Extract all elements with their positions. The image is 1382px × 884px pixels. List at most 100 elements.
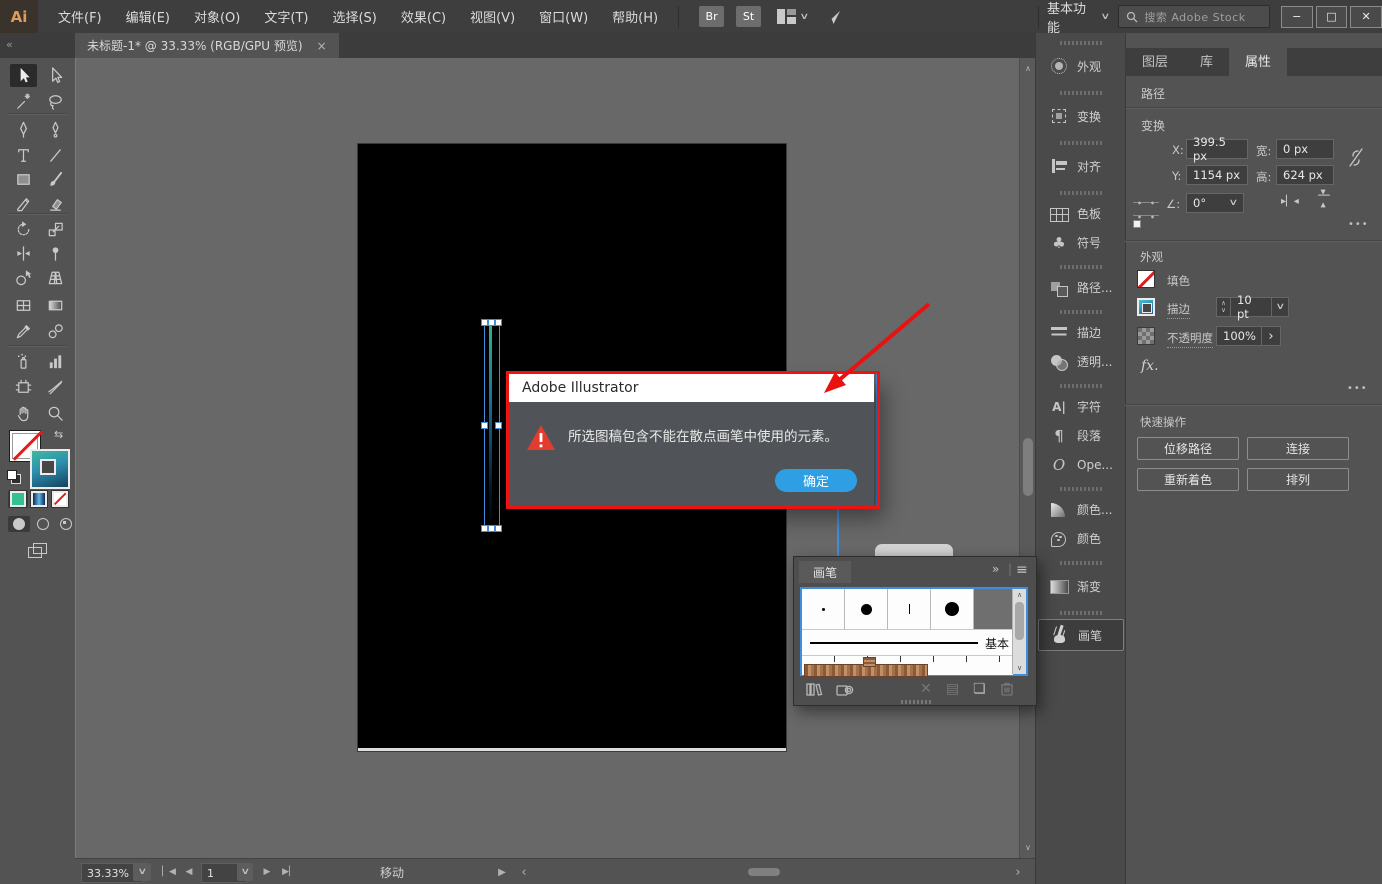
eyedropper-tool[interactable]	[10, 320, 37, 343]
puppet-warp-tool[interactable]	[42, 242, 69, 265]
stroke-weight-input[interactable]: 10 pt	[1230, 293, 1272, 321]
lasso-tool[interactable]	[42, 90, 69, 113]
panel-group-grip[interactable]	[1060, 310, 1102, 314]
none-mode-button[interactable]	[50, 490, 70, 508]
hscroll-left-icon[interactable]: ‹	[517, 863, 531, 881]
screen-mode-button[interactable]	[26, 542, 48, 560]
stroke-label-link[interactable]: 描边	[1167, 301, 1190, 319]
angle-select[interactable]: 0° ∨	[1186, 193, 1244, 213]
maximize-button[interactable]: □	[1315, 5, 1348, 28]
menu-window[interactable]: 窗口(W)	[527, 7, 600, 26]
scroll-up-icon[interactable]: ∧	[1013, 591, 1026, 599]
brush-list-scrollbar[interactable]: ∧ ∨	[1012, 589, 1026, 674]
panel-menu-icon[interactable]: ≡	[1016, 562, 1028, 578]
rectangle-tool[interactable]	[10, 168, 37, 191]
tab-layers[interactable]: 图层	[1126, 45, 1184, 76]
opacity-options-arrow[interactable]: ›	[1261, 326, 1281, 346]
zoom-tool[interactable]	[42, 402, 69, 425]
minimize-button[interactable]: −	[1280, 5, 1313, 28]
delete-brush-icon[interactable]	[1000, 681, 1014, 700]
horizontal-scrollbar-thumb[interactable]	[748, 868, 780, 876]
close-button[interactable]: ✕	[1350, 5, 1382, 28]
brush-item-basic[interactable]: 基本	[802, 629, 1013, 656]
opacity-input[interactable]: 100%	[1216, 326, 1262, 346]
dock-item-color-guide[interactable]: 颜色...	[1038, 495, 1124, 524]
canvas-vertical-scrollbar[interactable]: ∧ ∨	[1019, 58, 1036, 858]
dock-item-character[interactable]: A| 字符	[1038, 392, 1124, 421]
dialog-title-bar[interactable]: Adobe Illustrator	[509, 374, 874, 402]
dock-item-stroke[interactable]: 描边	[1038, 318, 1124, 347]
arrange-documents-icon[interactable]	[777, 9, 797, 24]
libraries-panel-icon[interactable]	[836, 681, 854, 701]
stroke-weight-stepper[interactable]: ∧ ∨	[1216, 297, 1231, 317]
brush-options-icon[interactable]: ▤	[946, 681, 959, 697]
share-icon[interactable]	[824, 8, 842, 26]
panel-group-grip[interactable]	[1060, 191, 1102, 195]
dock-item-transparency[interactable]: 透明...	[1038, 347, 1124, 376]
dock-item-align[interactable]: 对齐	[1038, 149, 1124, 183]
mesh-tool[interactable]	[10, 294, 37, 317]
dock-item-brushes[interactable]: 画笔	[1038, 619, 1124, 651]
line-segment-tool[interactable]	[42, 144, 69, 167]
chevron-down-icon[interactable]: ∨	[1100, 12, 1110, 22]
selection-handle[interactable]	[481, 525, 488, 532]
eraser-tool[interactable]	[42, 192, 69, 215]
menu-effect[interactable]: 效果(C)	[389, 7, 458, 26]
dock-item-paragraph[interactable]: ¶ 段落	[1038, 421, 1124, 450]
bridge-button[interactable]: Br	[699, 6, 725, 27]
shape-builder-tool[interactable]	[10, 266, 37, 289]
panel-group-grip[interactable]	[1060, 41, 1102, 45]
dock-item-color[interactable]: 颜色	[1038, 524, 1124, 553]
fill-swatch[interactable]	[1137, 270, 1155, 288]
brush-item-pattern[interactable]	[802, 655, 1013, 677]
column-graph-tool[interactable]	[42, 350, 69, 373]
curvature-tool[interactable]	[42, 118, 69, 141]
type-tool[interactable]	[10, 144, 37, 167]
next-artboard-button[interactable]: ▶	[259, 863, 275, 881]
panel-group-grip[interactable]	[1060, 91, 1102, 95]
menu-view[interactable]: 视图(V)	[458, 7, 527, 26]
panel-collapse-icon[interactable]: »	[992, 562, 999, 576]
brush-item-dot-large[interactable]	[931, 589, 974, 629]
panel-group-grip[interactable]	[1060, 561, 1102, 565]
dock-item-opentype[interactable]: O Ope...	[1038, 450, 1124, 479]
color-mode-button[interactable]	[8, 490, 28, 508]
y-input[interactable]: 1154 px	[1186, 165, 1248, 185]
blend-tool[interactable]	[42, 320, 69, 343]
perspective-grid-tool[interactable]	[42, 266, 69, 289]
dock-item-swatches[interactable]: 色板	[1038, 199, 1124, 228]
height-input[interactable]: 624 px	[1276, 165, 1334, 185]
scroll-down-icon[interactable]: ∨	[1013, 664, 1026, 672]
remove-brush-stroke-icon[interactable]: ✕	[920, 681, 932, 697]
selection-handle[interactable]	[488, 319, 495, 326]
gradient-mode-button[interactable]	[29, 490, 49, 508]
dock-item-transform[interactable]: 变换	[1038, 99, 1124, 133]
dock-item-appearance[interactable]: 外观	[1038, 49, 1124, 83]
dock-item-symbols[interactable]: ♣ 符号	[1038, 228, 1124, 257]
stock-button[interactable]: St	[736, 6, 762, 27]
draw-behind-button[interactable]	[32, 516, 54, 532]
document-tab[interactable]: 未标题-1* @ 33.33% (RGB/GPU 预览) ×	[75, 33, 339, 58]
brush-libraries-menu-icon[interactable]	[806, 681, 824, 701]
brushes-panel-tab[interactable]: 画笔	[799, 561, 852, 583]
panel-group-grip[interactable]	[1060, 141, 1102, 145]
selection-handle[interactable]	[481, 319, 488, 326]
width-tool[interactable]	[10, 242, 37, 265]
last-artboard-button[interactable]: ▶▏	[279, 863, 299, 881]
default-fill-stroke-icon[interactable]	[7, 470, 21, 484]
recolor-button[interactable]: 重新着色	[1137, 468, 1239, 491]
stroke-weight-dropdown[interactable]: ∨	[1271, 297, 1289, 317]
menu-object[interactable]: 对象(O)	[182, 7, 252, 26]
tab-close-icon[interactable]: ×	[317, 39, 327, 53]
selection-tool[interactable]	[10, 64, 37, 87]
scrollbar-thumb[interactable]	[1015, 602, 1024, 640]
opacity-swatch[interactable]	[1137, 327, 1155, 345]
width-input[interactable]: 0 px	[1276, 139, 1334, 159]
symbol-sprayer-tool[interactable]	[10, 350, 37, 373]
tab-properties[interactable]: 属性	[1229, 45, 1288, 76]
scroll-down-icon[interactable]: ∨	[1020, 843, 1036, 852]
chevron-down-icon[interactable]: ∨	[799, 12, 809, 22]
tab-libraries[interactable]: 库	[1184, 45, 1229, 76]
reference-point-locator[interactable]	[1133, 196, 1159, 228]
search-input[interactable]: 搜索 Adobe Stock	[1118, 5, 1271, 28]
